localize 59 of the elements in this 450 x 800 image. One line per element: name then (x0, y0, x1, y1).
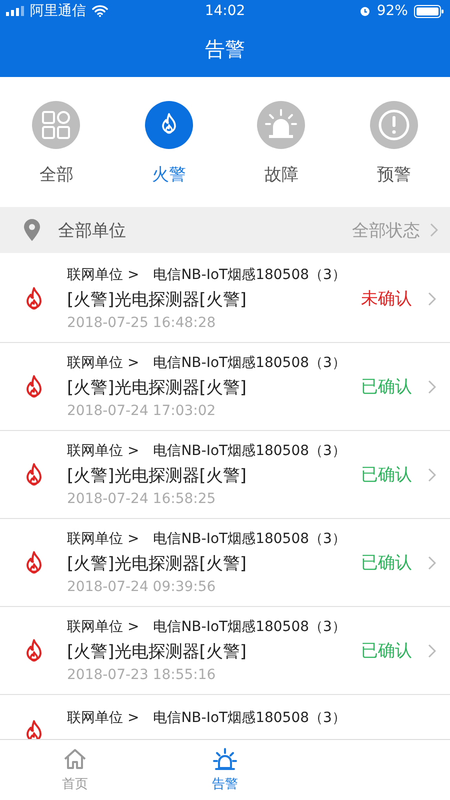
clock-time: 14:02 (204, 3, 246, 19)
unit-label: 联网单位 > (67, 266, 140, 284)
battery-percent: 92% (376, 3, 408, 19)
chevron-icon (430, 223, 438, 237)
wifi-icon (92, 5, 108, 17)
chevron-icon (428, 468, 436, 482)
unit-filter[interactable]: 全部单位 (58, 218, 334, 242)
alarm-status: 未确认 (361, 288, 412, 310)
device-name: 电信NB-IoT烟感180508（3） (153, 709, 346, 727)
alarm-row[interactable]: 联网单位 > 电信NB-IoT烟感180508（3） [火警]光电探测器[火警] 2018-07-24 16:58:25 已确认 (0, 431, 450, 519)
battery-icon (414, 4, 444, 18)
alarm-time: 2018-07-24 17:03:02 (67, 403, 217, 419)
device-name: 电信NB-IoT烟感180508（3） (153, 354, 346, 372)
device-name: 电信NB-IoT烟感180508（3） (153, 266, 346, 284)
carrier-name: 阿里通信 (30, 2, 86, 20)
chevron-icon (428, 556, 436, 570)
location-pin-icon (24, 219, 40, 241)
alarm-title: [火警]光电探测器[火警] (67, 641, 248, 663)
chevron-icon (428, 644, 436, 658)
alarm-time: 2018-07-23 18:55:16 (67, 667, 217, 683)
unit-label: 联网单位 > (67, 354, 140, 372)
alarm-title: [火警]光电探测器[火警] (67, 289, 248, 311)
unit-label: 联网单位 > (67, 709, 140, 727)
device-name: 电信NB-IoT烟感180508（3） (153, 442, 346, 460)
alarm-time: 2018-07-24 09:39:56 (67, 579, 217, 595)
alarm-status: 已确认 (361, 464, 412, 486)
device-name: 电信NB-IoT烟感180508（3） (153, 618, 346, 636)
alarm-status: 已确认 (361, 552, 412, 574)
alarm-clock-icon (358, 5, 371, 17)
alarm-title: [火警]光电探测器[火警] (67, 377, 248, 399)
alarm-title: [火警]光电探测器[火警] (67, 553, 248, 575)
device-name: 电信NB-IoT烟感180508（3） (153, 530, 346, 548)
alarm-row[interactable]: 联网单位 > 电信NB-IoT烟感180508（3） [火警]光电探测器[火警] 2018-07-25 16:48:28 未确认 (0, 255, 450, 343)
alarm-title: [火警]光电探测器[火警] (67, 465, 248, 487)
alarm-time: 2018-07-25 16:48:28 (67, 315, 217, 331)
page-title: 告警 (205, 36, 245, 63)
unit-label: 联网单位 > (67, 618, 140, 636)
chevron-icon (428, 380, 436, 394)
home-icon (62, 747, 88, 771)
exclamation-icon (370, 100, 418, 148)
unit-label: 联网单位 > (67, 442, 140, 460)
category-tab[interactable]: 火警 (144, 100, 193, 186)
signal-icon (6, 6, 24, 16)
alarm-status: 已确认 (361, 640, 412, 662)
alarm-time: 2018-07-24 16:58:25 (67, 491, 217, 507)
category-tab[interactable]: 预警 (370, 100, 418, 186)
chevron-icon (428, 292, 436, 306)
unit-label: 联网单位 > (67, 530, 140, 548)
grid-icon (32, 100, 80, 148)
alarm-row[interactable]: 联网单位 > 电信NB-IoT烟感180508（3） [火警]光电探测器[火警] 2018-07-23 18:55:16 已确认 (0, 607, 450, 695)
alarm-row[interactable]: 联网单位 > 电信NB-IoT烟感180508（3） [火警]光电探测器[火警] 2018-07-24 17:03:02 已确认 (0, 343, 450, 431)
flame-icon (144, 100, 193, 148)
siren-icon (212, 747, 238, 771)
category-tab[interactable]: 故障 (257, 100, 306, 186)
category-tab[interactable]: 全部 (32, 100, 80, 186)
siren-icon (257, 100, 306, 148)
alarm-status: 已确认 (361, 376, 412, 398)
alarm-row[interactable]: 联网单位 > 电信NB-IoT烟感180508（3） [火警]光电探测器[火警] 2018-07-24 09:39:56 已确认 (0, 519, 450, 607)
tab-bar-item[interactable]: 告警 (150, 740, 300, 800)
